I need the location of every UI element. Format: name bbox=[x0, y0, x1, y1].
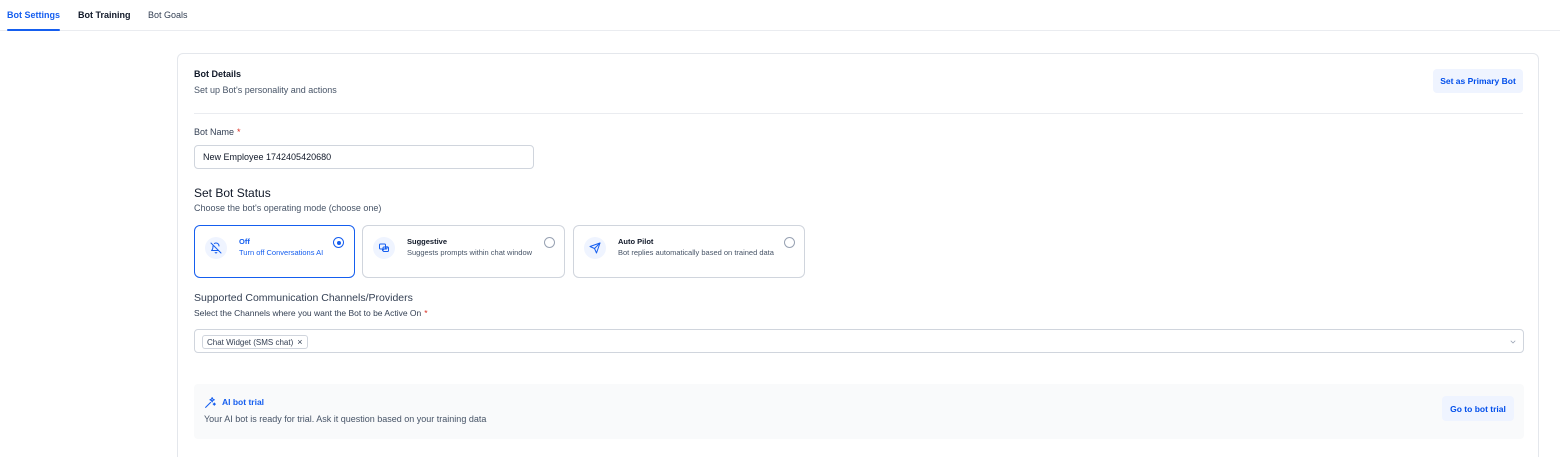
status-option-title: Off bbox=[239, 237, 250, 246]
bot-name-label: Bot Name * bbox=[194, 127, 241, 137]
required-mark: * bbox=[424, 308, 428, 318]
bot-status-title: Set Bot Status bbox=[194, 186, 271, 200]
status-option-off[interactable]: Off Turn off Conversations AI bbox=[194, 225, 355, 278]
bot-name-input[interactable] bbox=[194, 145, 534, 169]
status-option-desc: Turn off Conversations AI bbox=[239, 248, 324, 257]
tab-bot-goals[interactable]: Bot Goals bbox=[148, 10, 188, 20]
divider bbox=[194, 113, 1523, 114]
radio-suggestive[interactable] bbox=[544, 237, 555, 248]
send-icon bbox=[584, 237, 606, 259]
ai-bot-trial-desc: Your AI bot is ready for trial. Ask it q… bbox=[204, 414, 487, 424]
required-mark: * bbox=[237, 127, 241, 137]
channels-select[interactable]: Chat Widget (SMS chat) × bbox=[194, 329, 1524, 353]
go-to-bot-trial-button[interactable]: Go to bot trial bbox=[1442, 396, 1514, 421]
chat-bubbles-icon bbox=[373, 237, 395, 259]
channel-chip: Chat Widget (SMS chat) × bbox=[202, 335, 308, 349]
status-option-auto-pilot[interactable]: Auto Pilot Bot replies automatically bas… bbox=[573, 225, 805, 278]
section-title: Bot Details bbox=[194, 69, 242, 79]
channels-title: Supported Communication Channels/Provide… bbox=[194, 292, 413, 304]
status-option-desc: Bot replies automatically based on train… bbox=[618, 248, 774, 257]
status-option-title: Suggestive bbox=[407, 237, 448, 246]
channel-chip-label: Chat Widget (SMS chat) bbox=[207, 337, 294, 347]
tab-bot-training[interactable]: Bot Training bbox=[78, 10, 131, 20]
chevron-down-icon bbox=[1510, 340, 1516, 344]
status-option-suggestive[interactable]: Suggestive Suggests prompts within chat … bbox=[362, 225, 565, 278]
status-option-title: Auto Pilot bbox=[618, 237, 654, 246]
tab-bot-settings[interactable]: Bot Settings bbox=[7, 10, 60, 31]
bot-details-card: Bot Details Set up Bot's personality and… bbox=[177, 53, 1539, 457]
bot-name-label-text: Bot Name bbox=[194, 127, 235, 137]
tab-bar: Bot Settings Bot Training Bot Goals bbox=[0, 0, 1560, 31]
sparkles-icon bbox=[205, 397, 216, 408]
bot-status-subtitle: Choose the bot's operating mode (choose … bbox=[194, 203, 382, 213]
set-primary-bot-button[interactable]: Set as Primary Bot bbox=[1433, 69, 1523, 93]
channels-label-text: Select the Channels where you want the B… bbox=[194, 308, 422, 318]
status-option-desc: Suggests prompts within chat window bbox=[407, 248, 533, 257]
remove-chip-icon[interactable]: × bbox=[297, 337, 302, 347]
radio-auto-pilot[interactable] bbox=[784, 237, 795, 248]
bell-off-icon bbox=[205, 237, 227, 259]
channels-label: Select the Channels where you want the B… bbox=[194, 308, 428, 318]
section-subtitle: Set up Bot's personality and actions bbox=[194, 85, 337, 95]
ai-bot-trial-banner: AI bot trial Your AI bot is ready for tr… bbox=[194, 384, 1524, 439]
ai-bot-trial-title: AI bot trial bbox=[222, 397, 265, 407]
radio-off[interactable] bbox=[333, 237, 344, 248]
